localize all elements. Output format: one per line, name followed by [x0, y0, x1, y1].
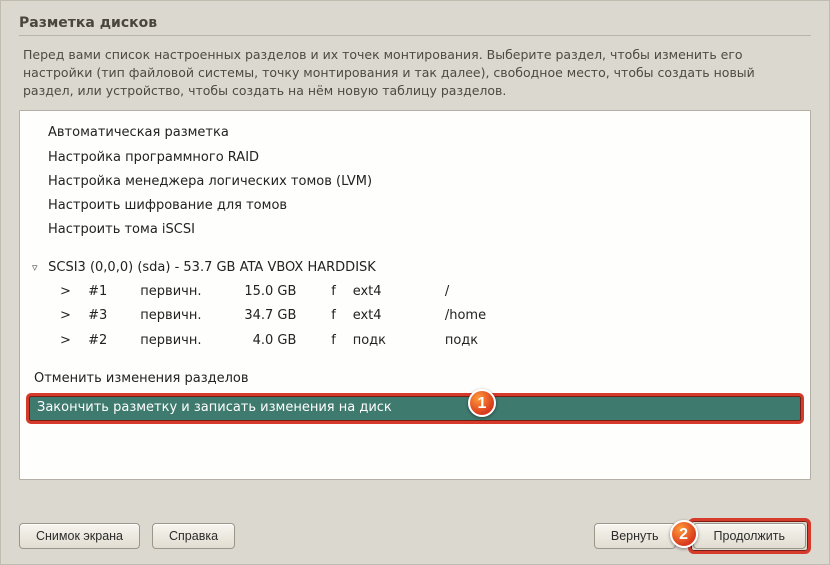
arrow-icon: >: [60, 306, 84, 326]
page-title: Разметка дисков: [19, 15, 811, 31]
help-button[interactable]: Справка: [152, 523, 235, 549]
continue-button[interactable]: Продолжить: [693, 523, 806, 549]
option-guided[interactable]: Автоматическая разметка: [20, 121, 810, 145]
annotation-badge-1: 1: [468, 389, 496, 417]
footer-bar: Снимок экрана Справка Вернуть 2 Продолжи…: [1, 518, 829, 554]
divider: [19, 35, 811, 36]
annotation-badge-2: 2: [670, 520, 698, 548]
arrow-icon: >: [60, 331, 84, 351]
arrow-icon: >: [60, 282, 84, 302]
finish-partitioning[interactable]: Закончить разметку и записать изменения …: [26, 393, 804, 424]
option-lvm[interactable]: Настройка менеджера логических томов (LV…: [20, 170, 810, 194]
option-crypt[interactable]: Настроить шифрование для томов: [20, 194, 810, 218]
undo-changes[interactable]: Отменить изменения разделов: [20, 367, 810, 391]
partition-row[interactable]: > #3 первичн. 34.7 GB f ext4 /home: [20, 304, 810, 328]
option-iscsi[interactable]: Настроить тома iSCSI: [20, 218, 810, 242]
partition-panel: Автоматическая разметка Настройка програ…: [19, 110, 811, 480]
disk-row[interactable]: ▿ SCSI3 (0,0,0) (sda) - 53.7 GB ATA VBOX…: [20, 256, 810, 280]
option-raid[interactable]: Настройка программного RAID: [20, 146, 810, 170]
partition-row[interactable]: > #1 первичн. 15.0 GB f ext4 /: [20, 280, 810, 304]
description-text: Перед вами список настроенных разделов и…: [23, 46, 807, 100]
disk-label: SCSI3 (0,0,0) (sda) - 53.7 GB ATA VBOX H…: [48, 260, 376, 275]
partition-row[interactable]: > #2 первичн. 4.0 GB f подк подк: [20, 329, 810, 353]
expand-icon: ▿: [32, 259, 44, 276]
back-button[interactable]: Вернуть: [594, 523, 676, 549]
screenshot-button[interactable]: Снимок экрана: [19, 523, 140, 549]
